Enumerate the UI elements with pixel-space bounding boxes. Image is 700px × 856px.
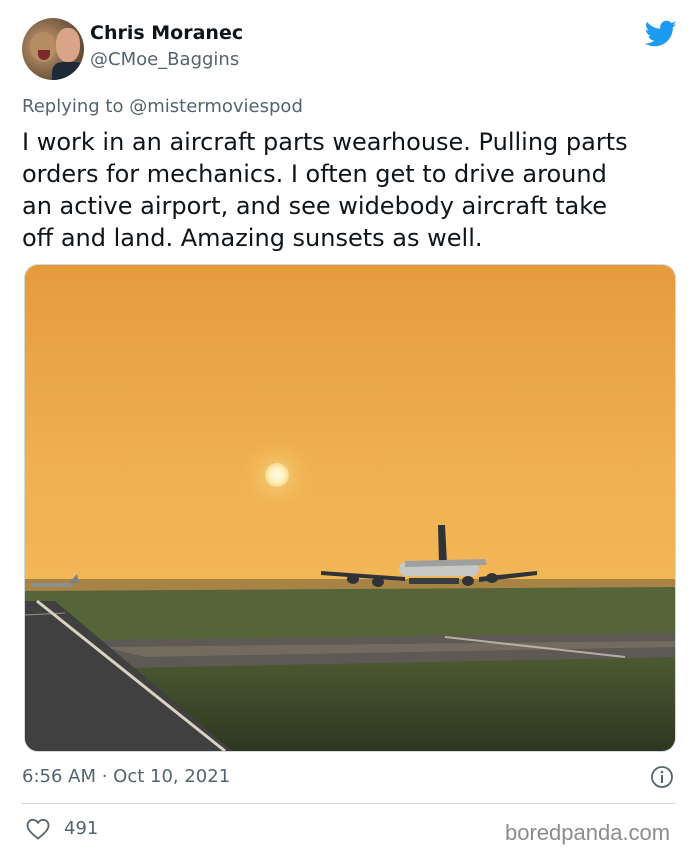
watermark: boredpanda.com <box>505 820 671 845</box>
avatar[interactable] <box>22 18 84 80</box>
reply-prefix: Replying to <box>22 96 124 117</box>
tweet-text-line: off and land. Amazing sunsets as well. <box>22 224 483 252</box>
tweet-timestamp[interactable]: 6:56 AM · Oct 10, 2021 <box>22 766 230 787</box>
reply-mention-link[interactable]: @mistermoviespod <box>129 96 303 117</box>
info-icon[interactable] <box>650 765 674 789</box>
tweet-text-line: I work in an aircraft parts wearhouse. P… <box>22 128 628 156</box>
bird-icon[interactable] <box>645 20 677 48</box>
sunset-airplane-photo <box>25 265 675 751</box>
heart-icon[interactable] <box>26 818 50 840</box>
divider <box>22 803 676 804</box>
tweet-text-line: orders for mechanics. I often get to dri… <box>22 160 607 188</box>
tweet-photo[interactable] <box>24 264 676 752</box>
author-handle[interactable]: @CMoe_Baggins <box>90 49 239 70</box>
author-name[interactable]: Chris Moranec <box>90 22 243 44</box>
tweet-text: I work in an aircraft parts wearhouse. P… <box>22 126 682 254</box>
like-count: 491 <box>64 818 99 839</box>
tweet-card: Chris Moranec @CMoe_Baggins Replying to … <box>0 0 700 856</box>
reply-context: Replying to @mistermoviespod <box>22 96 303 117</box>
tweet-text-line: an active airport, and see widebody airc… <box>22 192 608 220</box>
